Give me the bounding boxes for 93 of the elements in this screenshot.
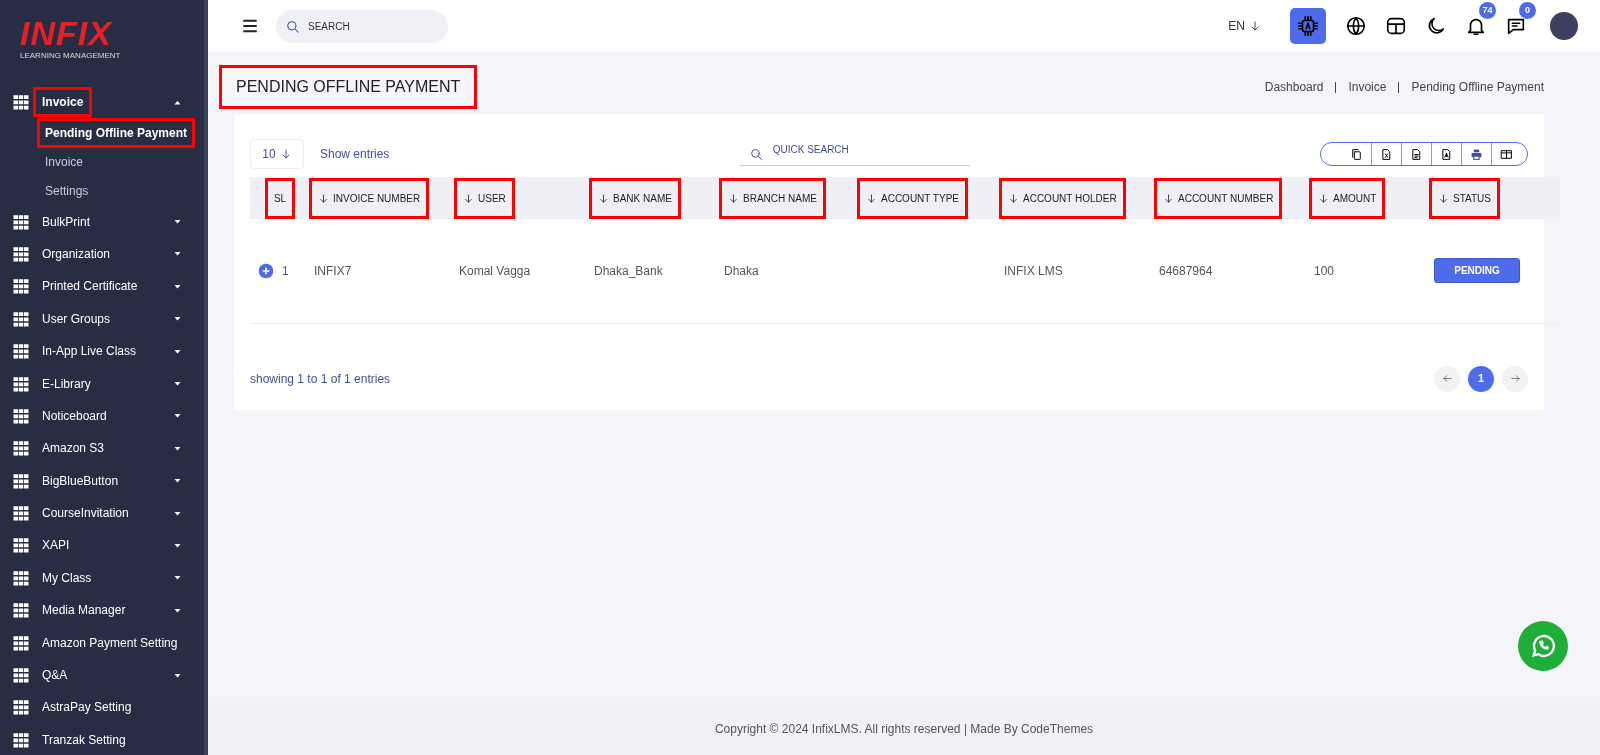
language-selector[interactable]: EN — [1219, 12, 1270, 40]
table-cell-text: 1 — [282, 262, 289, 280]
globe-icon — [1345, 15, 1367, 37]
arrow-left-icon — [1441, 373, 1453, 384]
grid-icon — [12, 439, 30, 458]
layout-icon — [1385, 15, 1407, 37]
grid-icon — [12, 536, 30, 555]
arrow-down-icon — [1008, 192, 1019, 204]
grid-icon — [12, 471, 30, 490]
arrow-down-icon — [866, 192, 877, 204]
breadcrumb-item: Pending Offline Payment — [1411, 79, 1544, 96]
table-cell: INFIX7 — [314, 263, 352, 278]
grid-icon — [12, 212, 30, 231]
logo-text: INFIX — [20, 16, 114, 50]
breadcrumb-item[interactable]: Dashboard — [1264, 78, 1324, 96]
copy-icon — [1349, 147, 1363, 161]
arrow-down-icon — [1438, 192, 1449, 204]
sidebar-item[interactable]: Noticeboard — [0, 399, 204, 433]
sidebar-item[interactable]: My Class — [0, 561, 204, 595]
show-entries-label: Show entries — [320, 146, 390, 163]
sidebar-item[interactable]: Organization — [0, 237, 204, 271]
sidebar-item[interactable]: Invoice — [0, 86, 204, 119]
table-cell: 64687964 — [1159, 263, 1213, 278]
arrow-right-icon — [1509, 373, 1521, 384]
sidebar-subitem[interactable]: Settings — [0, 176, 204, 206]
grid-icon — [12, 698, 30, 717]
status-button[interactable]: PENDING — [1434, 258, 1520, 284]
search-field[interactable]: SEARCH — [276, 9, 448, 43]
sidebar-subitem[interactable]: Pending Offline Payment — [0, 118, 204, 148]
table-cell: Dhaka_Bank — [594, 263, 663, 278]
menu-icon — [241, 17, 259, 35]
grid-icon — [12, 93, 30, 112]
sidebar-item[interactable]: User Groups — [0, 302, 204, 335]
sidebar-item[interactable]: Printed Certificate — [0, 270, 204, 303]
caret-icon — [173, 541, 182, 550]
sidebar-item[interactable]: Amazon S3 — [0, 432, 204, 465]
sidebar-item[interactable]: Media Manager — [0, 594, 204, 627]
sidebar-item[interactable]: In-App Live Class — [0, 334, 204, 368]
grid-icon — [12, 633, 30, 652]
page-size-select[interactable]: 10 — [250, 139, 304, 169]
arrow-down-icon — [1249, 20, 1261, 32]
print-icon — [1470, 147, 1483, 161]
plus-circle-icon[interactable] — [258, 262, 274, 279]
search-icon — [749, 148, 763, 161]
chip-icon — [1297, 15, 1319, 37]
columns-icon — [1500, 147, 1513, 161]
sidebar-item[interactable]: Tranzak Setting — [0, 723, 204, 755]
notification-count: 74 — [1479, 2, 1496, 19]
quick-search-field[interactable]: QUICK SEARCH — [739, 142, 970, 166]
page-button[interactable]: 1 — [1468, 365, 1494, 392]
grid-icon — [12, 244, 30, 263]
entries-info: showing 1 to 1 of 1 entries — [250, 370, 391, 388]
excel-file-icon — [1380, 147, 1393, 161]
whatsapp-button[interactable] — [1518, 621, 1568, 671]
csv-file-icon — [1410, 147, 1423, 161]
search-icon — [286, 19, 300, 34]
pdf-file-icon — [1440, 147, 1453, 161]
sidebar-item[interactable]: E-Library — [0, 367, 204, 400]
sidebar-subitem[interactable]: Invoice — [0, 147, 204, 177]
chip-button[interactable] — [1290, 8, 1326, 44]
chat-bubble-icon — [1529, 632, 1557, 660]
arrow-down-icon — [318, 192, 329, 204]
arrow-down-icon — [598, 192, 609, 204]
arrow-down-icon — [1318, 192, 1329, 204]
message-count: 0 — [1519, 2, 1536, 19]
grid-icon — [12, 601, 30, 620]
breadcrumb-item[interactable]: Invoice — [1348, 78, 1387, 96]
sidebar-item[interactable]: XAPI — [0, 529, 204, 562]
user-avatar[interactable] — [1550, 12, 1578, 40]
table-cell: INFIX LMS — [1004, 263, 1063, 278]
table-cell: Komal Vagga — [459, 263, 531, 278]
page-title: PENDING OFFLINE PAYMENT — [222, 68, 475, 106]
grid-icon — [12, 730, 30, 749]
grid-icon — [12, 504, 30, 523]
logo-tagline: LEARNING MANAGEMENT — [20, 50, 122, 62]
sidebar-item[interactable]: AstraPay Setting — [0, 691, 204, 724]
arrow-down-icon — [1163, 192, 1174, 204]
grid-icon — [12, 374, 30, 393]
grid-icon — [12, 568, 30, 587]
sidebar-item[interactable]: BulkPrint — [0, 205, 204, 238]
arrow-down-icon — [728, 192, 739, 204]
grid-icon — [12, 309, 30, 328]
grid-icon — [12, 406, 30, 425]
sidebar-item[interactable]: BigBlueButton — [0, 464, 204, 497]
sidebar-item[interactable]: Q&A — [0, 658, 204, 692]
grid-icon — [12, 277, 30, 296]
grid-icon — [12, 342, 30, 361]
arrow-down-icon — [463, 192, 474, 204]
table-cell: Dhaka — [724, 263, 759, 278]
sidebar-item[interactable]: Amazon Payment Setting — [0, 626, 204, 659]
sidebar-item[interactable]: CourseInvitation — [0, 496, 204, 530]
table-cell: 100 — [1314, 263, 1335, 278]
grid-icon — [12, 666, 30, 685]
